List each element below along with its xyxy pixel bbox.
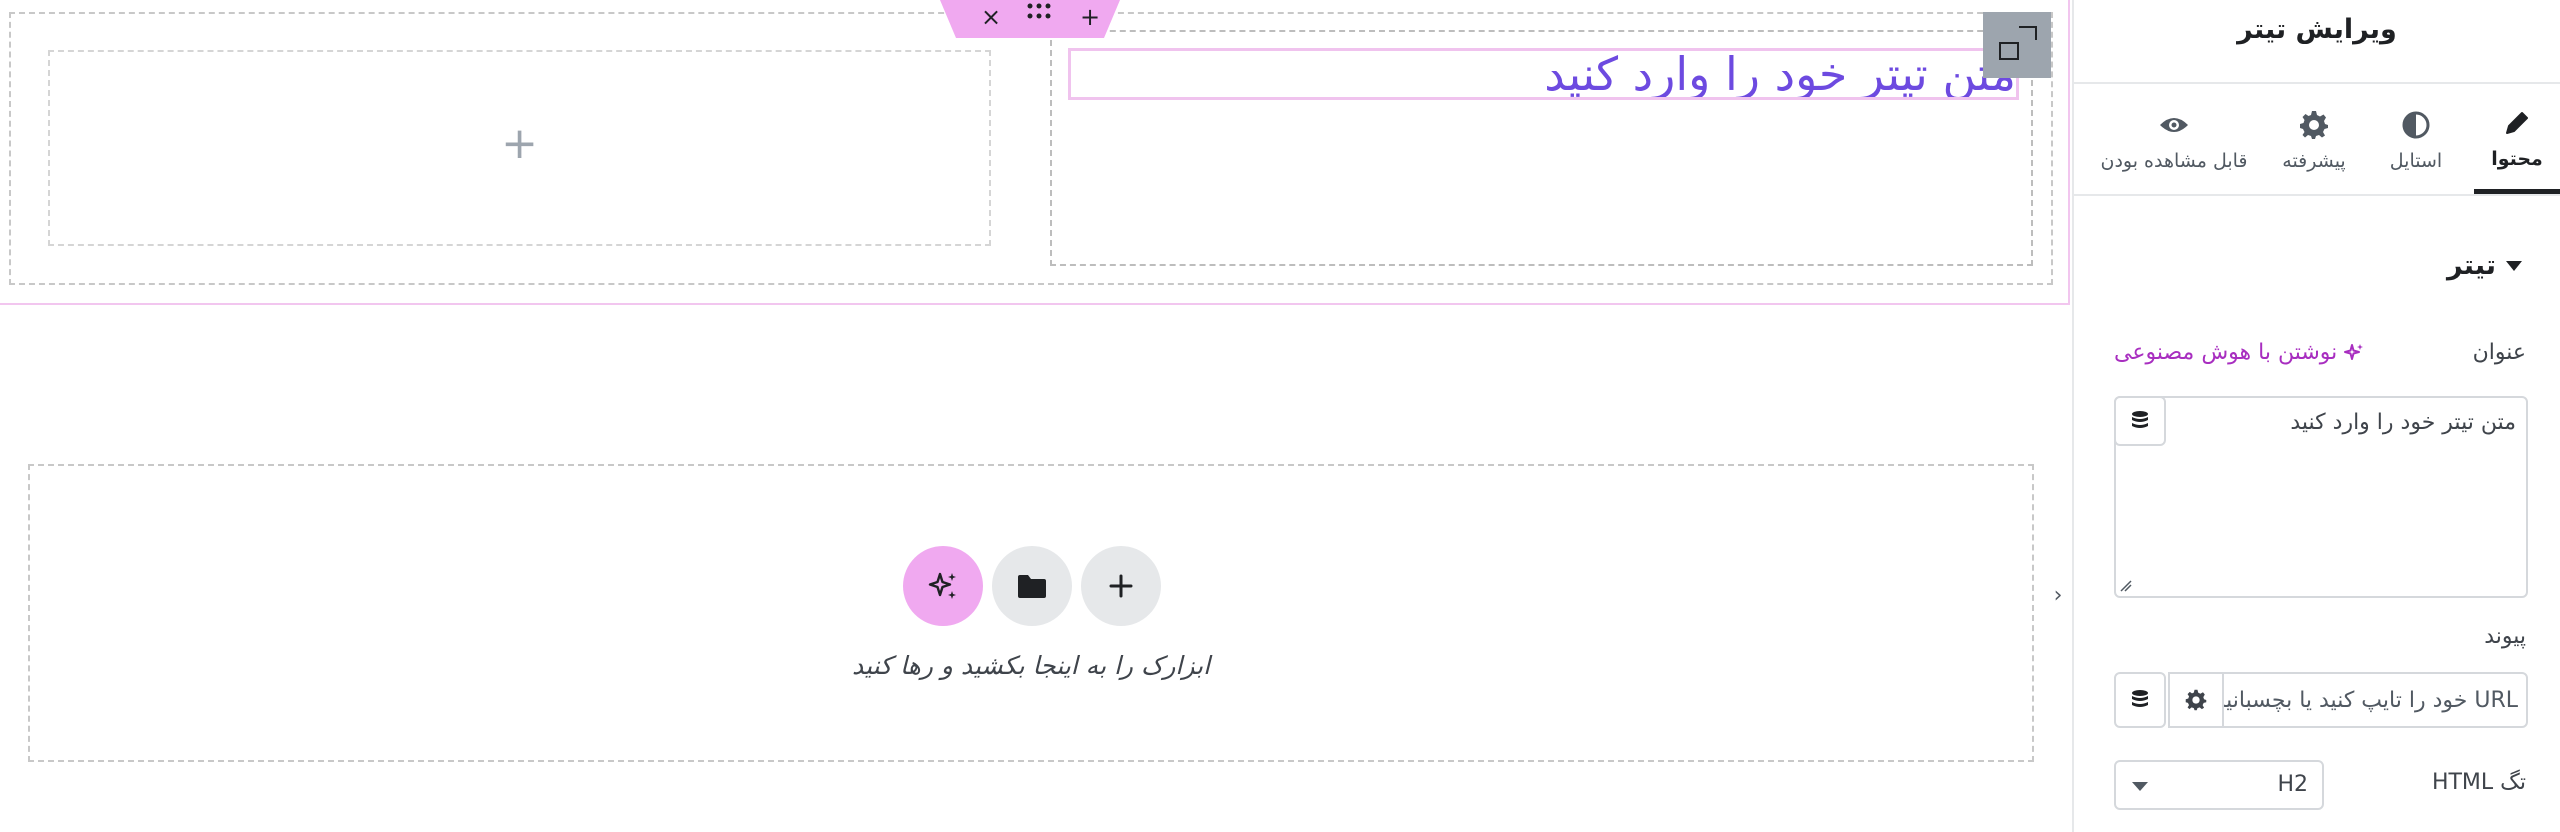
drag-grid-icon	[1027, 3, 1051, 19]
sparkles-icon	[928, 572, 956, 599]
title-textarea[interactable]: متن تیتر خود را وارد کنید	[2114, 396, 2528, 598]
template-library-button[interactable]	[992, 546, 1072, 626]
plus-icon: +	[1079, 3, 1101, 31]
panel-header: ویرایش تیتر	[2074, 0, 2560, 84]
empty-column[interactable]: +	[48, 50, 991, 246]
ai-generate-button[interactable]	[903, 546, 983, 626]
add-section-button[interactable]: +	[1075, 2, 1105, 32]
tab-advanced[interactable]: پیشرفته	[2264, 86, 2364, 194]
section-handle: + ×	[940, 0, 1120, 38]
resize-corner-icon	[2019, 26, 2037, 40]
chevron-down-icon	[2132, 782, 2148, 791]
tab-style-label: استایل	[2389, 150, 2443, 172]
resize-grip-icon[interactable]	[2120, 580, 2132, 592]
url-placeholder: URL خود را تایپ کنید یا بچسبانید	[2222, 688, 2518, 713]
editor-canvas: + متن تیتر خود را وارد کنید + × ابزارک ر…	[0, 0, 2070, 832]
tab-content[interactable]: محتوا	[2474, 86, 2560, 194]
tab-content-label: محتوا	[2491, 147, 2543, 170]
url-input[interactable]: URL خود را تایپ کنید یا بچسبانید	[2222, 672, 2528, 728]
ai-link-label: نوشتن با هوش مصنوعی	[2114, 340, 2338, 365]
half-circle-icon	[2399, 108, 2433, 142]
gear-icon	[2185, 689, 2207, 711]
eye-icon	[2157, 108, 2191, 142]
selected-section[interactable]: + متن تیتر خود را وارد کنید	[0, 0, 2070, 305]
section-title-label: تیتر	[2447, 250, 2496, 281]
column-icon	[1999, 42, 2019, 60]
drag-section-handle[interactable]	[1026, 2, 1056, 32]
link-field-label: پیوند	[2484, 624, 2526, 649]
pencil-icon	[2500, 106, 2534, 140]
heading-widget[interactable]: متن تیتر خود را وارد کنید	[1068, 48, 2019, 100]
heading-section-toggle[interactable]: تیتر	[2447, 250, 2522, 281]
dynamic-tags-button[interactable]	[2114, 396, 2166, 446]
heading-text[interactable]: متن تیتر خود را وارد کنید	[1071, 51, 2016, 97]
link-dynamic-tags-button[interactable]	[2114, 672, 2166, 728]
database-icon	[2132, 411, 2148, 428]
sparkle-icon	[2344, 343, 2364, 360]
heading-column[interactable]: متن تیتر خود را وارد کنید	[1050, 30, 2033, 266]
caret-down-icon	[2506, 260, 2522, 271]
tab-style[interactable]: استایل	[2368, 86, 2464, 194]
database-icon	[2132, 690, 2148, 707]
folder-icon	[1018, 575, 1046, 598]
plus-icon	[1109, 574, 1133, 598]
tab-visibility[interactable]: قابل مشاهده بودن	[2094, 86, 2254, 194]
html-tag-value: H2	[2277, 772, 2308, 797]
gear-icon	[2297, 108, 2331, 142]
delete-section-button[interactable]: ×	[976, 2, 1006, 32]
tab-visibility-label: قابل مشاهده بودن	[2100, 150, 2248, 172]
close-icon: ×	[980, 3, 1002, 31]
panel-title: ویرایش تیتر	[2237, 14, 2397, 45]
add-widget-plus-icon[interactable]: +	[50, 122, 989, 166]
column-edit-handle[interactable]	[1983, 12, 2051, 78]
chevron-right-icon: ›	[2053, 582, 2063, 608]
write-with-ai-link[interactable]: نوشتن با هوش مصنوعی	[2114, 340, 2365, 365]
html-tag-label: تگ HTML	[2431, 770, 2526, 795]
link-options-button[interactable]	[2168, 672, 2224, 728]
html-tag-select[interactable]: H2	[2114, 760, 2324, 810]
empty-drop-section[interactable]: ابزارک را به اینجا بکشید و رها کنید	[28, 464, 2034, 762]
drop-hint-text: ابزارک را به اینجا بکشید و رها کنید	[851, 651, 1211, 680]
link-field: URL خود را تایپ کنید یا بچسبانید	[2114, 672, 2528, 728]
tab-advanced-label: پیشرفته	[2282, 150, 2346, 172]
add-new-container-button[interactable]	[1081, 546, 1161, 626]
title-textarea-value[interactable]: متن تیتر خود را وارد کنید	[2290, 410, 2516, 435]
panel-collapse-toggle[interactable]: ›	[2046, 552, 2070, 638]
title-field-label: عنوان	[2472, 340, 2526, 365]
editor-panel: ویرایش تیتر محتوا استایل پیشرفته قابل مش…	[2072, 0, 2560, 832]
panel-tabs: محتوا استایل پیشرفته قابل مشاهده بودن	[2074, 86, 2560, 196]
